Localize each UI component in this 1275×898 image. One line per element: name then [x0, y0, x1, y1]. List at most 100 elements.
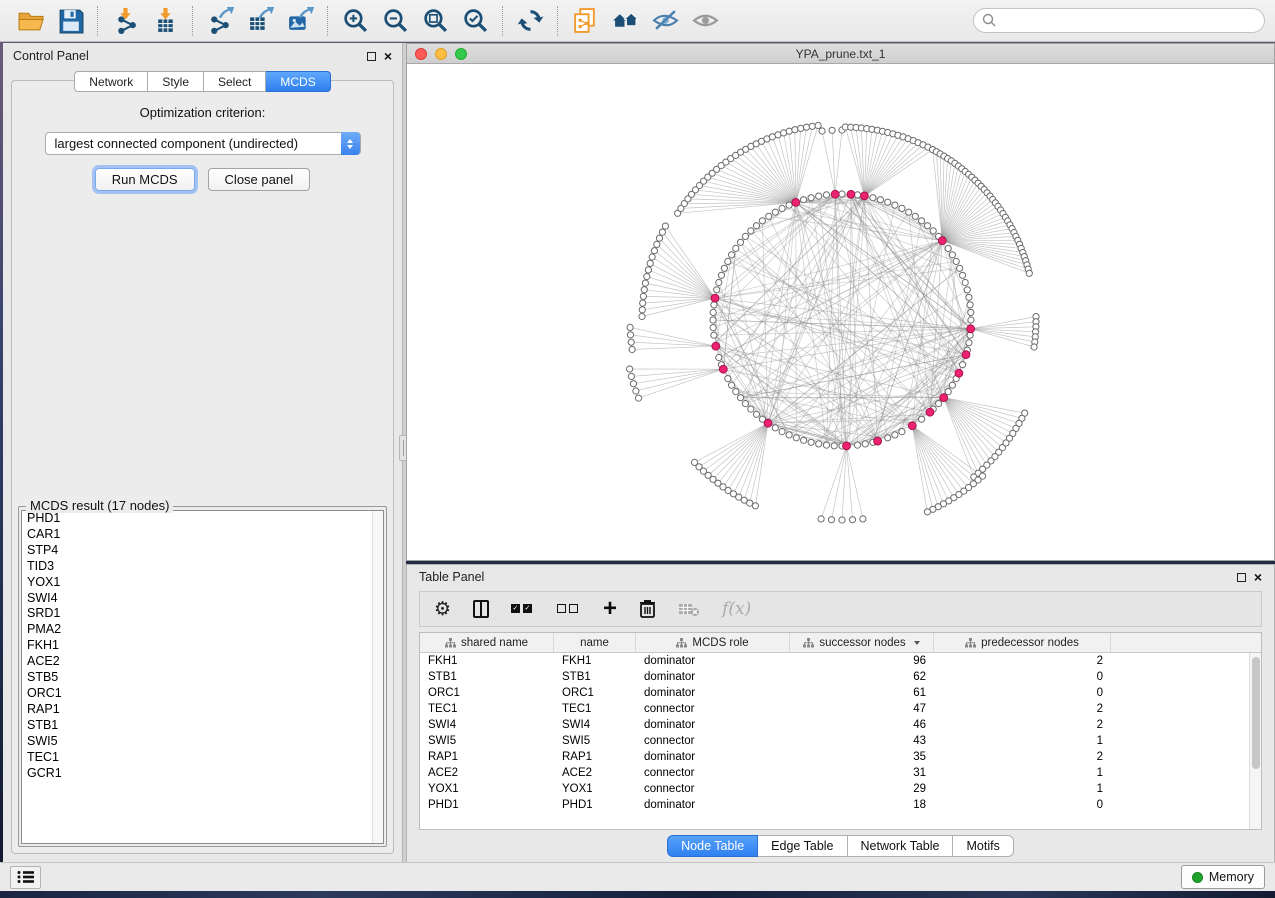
satellite-node[interactable]: [828, 517, 834, 523]
mcds-node[interactable]: [908, 422, 916, 430]
network-node[interactable]: [936, 401, 942, 407]
network-canvas[interactable]: [407, 64, 1274, 560]
network-node[interactable]: [899, 205, 905, 211]
network-node[interactable]: [966, 294, 972, 300]
float-window-icon[interactable]: [367, 52, 376, 61]
satellite-node[interactable]: [640, 293, 646, 299]
mcds-node[interactable]: [962, 351, 970, 359]
satellite-node[interactable]: [860, 516, 866, 522]
network-node[interactable]: [870, 195, 876, 201]
satellite-node[interactable]: [1026, 270, 1032, 276]
run-mcds-button[interactable]: Run MCDS: [95, 168, 195, 191]
close-table-panel-icon[interactable]: ×: [1254, 573, 1262, 582]
mcds-result-node[interactable]: PHD1: [22, 511, 383, 527]
tab-select[interactable]: Select: [204, 71, 266, 92]
network-node[interactable]: [742, 401, 748, 407]
show-columns-button[interactable]: [473, 596, 489, 622]
network-node[interactable]: [823, 442, 829, 448]
zoom-out-button[interactable]: [375, 2, 415, 40]
network-node[interactable]: [906, 209, 912, 215]
table-row[interactable]: SWI4SWI4dominator462: [420, 717, 1249, 733]
network-node[interactable]: [711, 302, 717, 308]
satellite-node[interactable]: [649, 254, 655, 260]
settings-gear-button[interactable]: ⚙: [434, 596, 451, 622]
satellite-node[interactable]: [656, 235, 662, 241]
network-node[interactable]: [753, 411, 759, 417]
show-all-button[interactable]: [685, 2, 725, 40]
network-node[interactable]: [839, 191, 845, 197]
import-network-button[interactable]: [105, 2, 145, 40]
table-row[interactable]: ACE2ACE2connector311: [420, 765, 1249, 781]
network-node[interactable]: [957, 265, 963, 271]
network-node[interactable]: [808, 195, 814, 201]
table-scrollbar[interactable]: [1249, 653, 1261, 829]
column-header-shared-name[interactable]: shared name: [420, 633, 554, 652]
satellite-node[interactable]: [803, 124, 809, 130]
tab-motifs[interactable]: Motifs: [953, 835, 1013, 857]
network-node[interactable]: [733, 389, 739, 395]
network-node[interactable]: [816, 441, 822, 447]
table-scrollbar-thumb[interactable]: [1252, 657, 1260, 769]
network-node[interactable]: [742, 233, 748, 239]
close-panel-button[interactable]: Close panel: [208, 168, 311, 191]
network-node[interactable]: [786, 202, 792, 208]
mcds-node[interactable]: [711, 294, 719, 302]
mcds-node[interactable]: [831, 190, 839, 198]
satellite-node[interactable]: [691, 459, 697, 465]
network-node[interactable]: [772, 209, 778, 215]
network-node[interactable]: [964, 287, 970, 293]
column-header-MCDS-role[interactable]: MCDS role: [636, 633, 790, 652]
network-node[interactable]: [924, 223, 930, 229]
satellite-node[interactable]: [639, 307, 645, 313]
network-node[interactable]: [737, 239, 743, 245]
result-list-scrollbar[interactable]: [372, 511, 383, 843]
column-header-name[interactable]: name: [554, 633, 636, 652]
network-node[interactable]: [960, 272, 966, 278]
satellite-node[interactable]: [659, 229, 665, 235]
satellite-node[interactable]: [635, 395, 641, 401]
network-node[interactable]: [919, 416, 925, 422]
column-header-successor-nodes[interactable]: successor nodes: [790, 633, 934, 652]
satellite-node[interactable]: [849, 517, 855, 523]
satellite-node[interactable]: [829, 127, 835, 133]
network-node[interactable]: [930, 228, 936, 234]
table-row[interactable]: FKH1FKH1dominator962: [420, 653, 1249, 669]
mcds-node[interactable]: [874, 437, 882, 445]
network-node[interactable]: [729, 252, 735, 258]
network-node[interactable]: [968, 317, 974, 323]
network-node[interactable]: [816, 193, 822, 199]
table-row[interactable]: STB1STB1dominator620: [420, 669, 1249, 685]
table-row[interactable]: TEC1TEC1connector472: [420, 701, 1249, 717]
network-node[interactable]: [949, 252, 955, 258]
open-file-button[interactable]: [10, 2, 50, 40]
mcds-result-node[interactable]: SRD1: [22, 606, 383, 622]
mcds-node[interactable]: [955, 369, 963, 377]
network-node[interactable]: [854, 442, 860, 448]
network-node[interactable]: [710, 325, 716, 331]
table-row[interactable]: PHD1PHD1dominator180: [420, 797, 1249, 813]
satellite-node[interactable]: [818, 516, 824, 522]
close-panel-icon[interactable]: ×: [384, 52, 392, 61]
mcds-result-node[interactable]: PMA2: [22, 622, 383, 638]
table-row[interactable]: SWI5SWI5connector431: [420, 733, 1249, 749]
satellite-node[interactable]: [651, 248, 657, 254]
refresh-network-button[interactable]: [510, 2, 550, 40]
network-node[interactable]: [718, 272, 724, 278]
network-node[interactable]: [737, 395, 743, 401]
satellite-node[interactable]: [1031, 344, 1037, 350]
select-all-checks-button[interactable]: [511, 596, 535, 622]
mcds-node[interactable]: [792, 199, 800, 207]
satellite-node[interactable]: [819, 128, 825, 134]
mcds-result-node[interactable]: STB1: [22, 718, 383, 734]
network-node[interactable]: [960, 362, 966, 368]
clone-network-button[interactable]: [565, 2, 605, 40]
network-node[interactable]: [786, 432, 792, 438]
save-session-button[interactable]: [50, 2, 90, 40]
mcds-result-node[interactable]: FKH1: [22, 638, 383, 654]
network-node[interactable]: [962, 279, 968, 285]
satellite-node[interactable]: [630, 381, 636, 387]
satellite-node[interactable]: [627, 366, 633, 372]
network-node[interactable]: [710, 317, 716, 323]
task-history-button[interactable]: [10, 866, 41, 889]
network-node[interactable]: [721, 265, 727, 271]
